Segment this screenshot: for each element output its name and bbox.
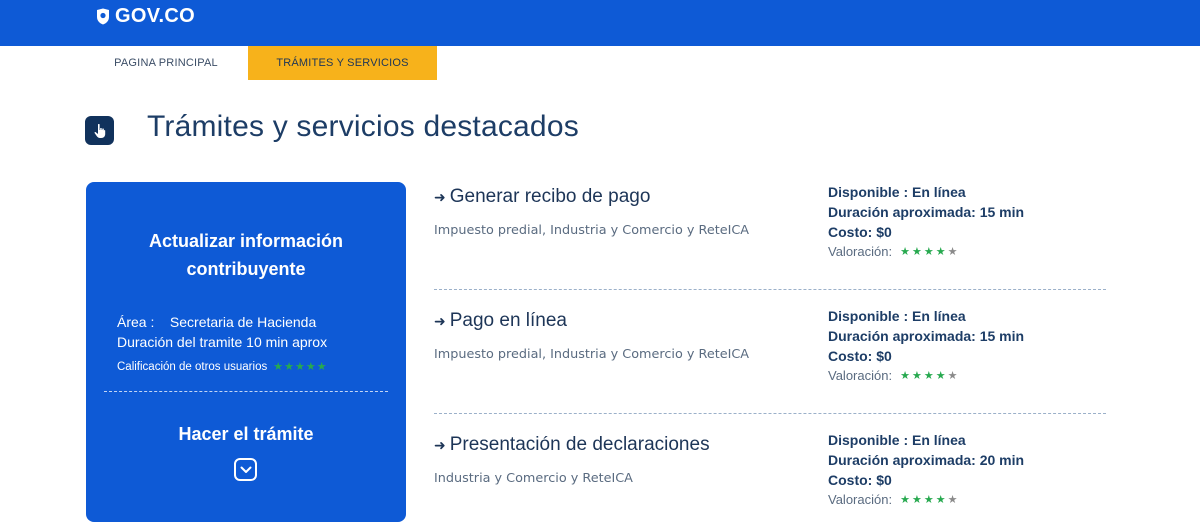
star-icon: ★ (935, 246, 948, 258)
service-cost: Costo: $0 (828, 224, 892, 240)
featured-rating: Calificación de otros usuarios ★★★★★ (117, 360, 328, 374)
star-icon: ★ (911, 370, 924, 382)
service-title: Generar recibo de pago (449, 186, 651, 207)
rating-label: Valoración: (828, 368, 893, 383)
rating-stars: ★★★★★ (273, 360, 327, 373)
service-availability: Disponible : En línea (828, 308, 966, 324)
gov-co-logo[interactable]: GOV.CO (96, 5, 195, 28)
service-rating: Valoración: ★★★★★ (828, 244, 959, 259)
shield-icon (97, 8, 109, 25)
rating-label: Valoración: (828, 244, 893, 259)
divider (434, 289, 1106, 290)
star-icon: ★ (923, 494, 936, 506)
star-icon: ★ (900, 246, 912, 258)
star-icon: ★ (900, 494, 912, 506)
service-link[interactable]: ➜ Pago en línea (434, 310, 567, 332)
star-icon: ★ (935, 370, 948, 382)
service-cost: Costo: $0 (828, 472, 892, 488)
service-description: Impuesto predial, Industria y Comercio y… (434, 347, 750, 362)
service-item: ➜ Generar recibo de pago Impuesto predia… (434, 184, 1106, 310)
section-title: Trámites y servicios destacados (147, 110, 579, 143)
star-icon[interactable]: ★ (317, 361, 328, 373)
star-icon[interactable]: ★ (273, 361, 284, 373)
chevron-down-icon[interactable] (234, 458, 257, 481)
logo-text: GOV.CO (115, 5, 195, 27)
service-availability: Disponible : En línea (828, 432, 966, 448)
star-icon: ★ (935, 494, 948, 506)
top-bar: GOV.CO (0, 0, 1200, 46)
tab-tramites-y-servicios[interactable]: TRÁMITES Y SERVICIOS (248, 46, 437, 80)
star-icon[interactable]: ★ (295, 361, 306, 373)
star-icon: ★ (923, 370, 936, 382)
service-rating: Valoración: ★★★★★ (828, 492, 959, 507)
service-duration: Duración aproximada: 15 min (828, 204, 1025, 220)
area-value: Secretaria de Hacienda (169, 314, 317, 330)
star-icon: ★ (900, 370, 912, 382)
star-icon: ★ (947, 246, 960, 258)
main-nav: PAGINA PRINCIPAL TRÁMITES Y SERVICIOS (0, 46, 1200, 80)
service-cost: Costo: $0 (828, 348, 892, 364)
hacer-tramite-button[interactable]: Hacer el trámite (106, 424, 386, 445)
service-link[interactable]: ➜ Presentación de declaraciones (434, 434, 710, 456)
featured-title: Actualizar información contribuyente (148, 231, 344, 279)
star-icon: ★ (911, 246, 924, 258)
rating-stars: ★★★★★ (900, 245, 959, 258)
service-description: Impuesto predial, Industria y Comercio y… (434, 223, 750, 238)
service-item: ➜ Presentación de declaraciones Industri… (434, 432, 1106, 532)
service-duration: Duración aproximada: 15 min (828, 328, 1025, 344)
service-item: ➜ Pago en línea Impuesto predial, Indust… (434, 308, 1106, 434)
card-divider (104, 391, 388, 392)
featured-service-card: Actualizar información contribuyente Áre… (86, 182, 406, 522)
rating-stars: ★★★★★ (900, 493, 959, 506)
service-meta: Disponible : En línea Duración aproximad… (828, 430, 1024, 490)
rating-label: Valoración: (828, 492, 893, 507)
star-icon: ★ (947, 370, 960, 382)
service-duration: Duración aproximada: 20 min (828, 452, 1025, 468)
arrow-right-icon: ➜ (434, 188, 446, 205)
hand-pointer-icon (85, 116, 114, 145)
featured-details: Área : Secretaria de Hacienda Duración d… (117, 312, 327, 352)
divider (434, 413, 1106, 414)
service-title: Pago en línea (449, 310, 567, 331)
service-meta: Disponible : En línea Duración aproximad… (828, 306, 1024, 366)
star-icon: ★ (923, 246, 936, 258)
service-meta: Disponible : En línea Duración aproximad… (828, 182, 1024, 242)
service-rating: Valoración: ★★★★★ (828, 368, 959, 383)
featured-duration: Duración del tramite 10 min aprox (117, 334, 328, 350)
service-title: Presentación de declaraciones (449, 434, 710, 455)
star-icon: ★ (947, 494, 960, 506)
arrow-right-icon: ➜ (434, 436, 446, 453)
arrow-right-icon: ➜ (434, 312, 446, 329)
star-icon[interactable]: ★ (306, 361, 317, 373)
service-link[interactable]: ➜ Generar recibo de pago (434, 186, 650, 208)
rating-stars: ★★★★★ (900, 369, 959, 382)
service-availability: Disponible : En línea (828, 184, 966, 200)
tab-pagina-principal[interactable]: PAGINA PRINCIPAL (96, 46, 236, 80)
featured-area: Área : Secretaria de Hacienda (117, 312, 327, 332)
star-icon[interactable]: ★ (284, 361, 295, 373)
star-icon: ★ (911, 494, 924, 506)
service-description: Industria y Comercio y ReteICA (434, 471, 633, 486)
area-label: Área : (117, 314, 155, 330)
rating-label: Calificación de otros usuarios (117, 360, 268, 373)
